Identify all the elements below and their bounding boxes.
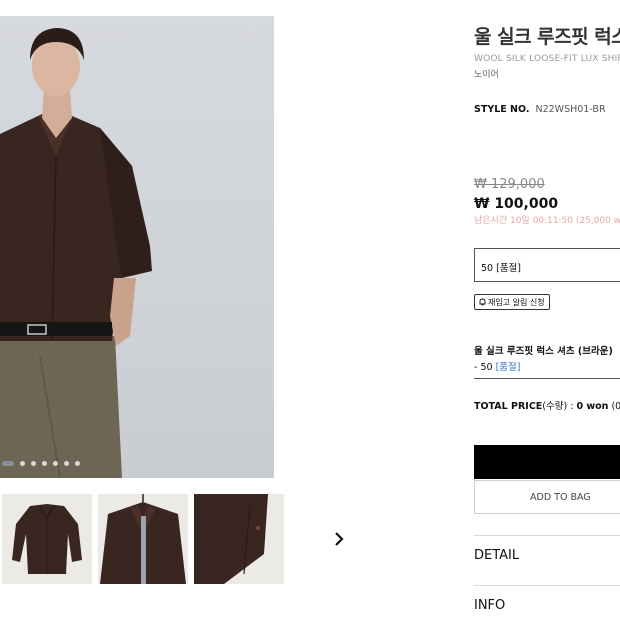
- brand-name: 노이어: [474, 70, 499, 80]
- slide-dot[interactable]: [20, 461, 25, 466]
- thumbnail-detail-shirt[interactable]: [194, 494, 284, 584]
- product-title: 울 실크 루즈핏 럭스: [474, 26, 620, 48]
- shirt-hanger-image: [100, 494, 186, 584]
- slide-dot[interactable]: [53, 461, 58, 466]
- slide-dot[interactable]: [2, 461, 14, 466]
- restock-alert-label: 재입고 알림 신청: [488, 297, 545, 307]
- detail-section-toggle[interactable]: DETAIL: [474, 548, 519, 563]
- total-price-label: TOTAL PRICE: [474, 401, 543, 412]
- add-to-bag-button[interactable]: ADD TO BAG: [474, 480, 620, 514]
- style-number-label: STYLE NO.: [474, 104, 530, 115]
- product-subtitle: WOOL SILK LOOSE-FIT LUX SHIR: [474, 54, 620, 64]
- thumbnail-next-button[interactable]: [330, 528, 348, 550]
- slide-indicator: [0, 461, 80, 466]
- slide-dot[interactable]: [42, 461, 47, 466]
- total-amount: 0 won: [576, 401, 609, 412]
- product-info-panel: 울 실크 루즈핏 럭스 WOOL SILK LOOSE-FIT LUX SHIR…: [474, 0, 620, 620]
- total-price: TOTAL PRICE(수량) : 0 won (0개): [474, 398, 620, 412]
- sale-countdown: 남은시간 10일 00:11:50 (25,000 won: [474, 216, 620, 226]
- model-photo: [0, 28, 152, 478]
- total-count: (0개): [611, 401, 620, 412]
- slide-dot[interactable]: [75, 461, 80, 466]
- shirt-detail-image: [194, 494, 268, 584]
- info-section-toggle[interactable]: INFO: [474, 598, 505, 613]
- total-qty-note: (수량) :: [542, 401, 577, 412]
- sale-price: ₩ 100,000: [474, 196, 559, 212]
- style-number: STYLE NO. N22WSH01-BR: [474, 104, 606, 115]
- selected-item-name: 울 실크 루즈핏 럭스 셔츠 (브라운): [474, 346, 613, 357]
- bell-icon: [479, 298, 486, 306]
- size-option-select[interactable]: 50 [품절]: [474, 248, 620, 282]
- chevron-right-icon: [335, 532, 344, 546]
- divider: [474, 378, 620, 379]
- divider: [474, 585, 620, 586]
- buy-now-button[interactable]: [474, 445, 620, 479]
- selected-option-size: - 50: [474, 362, 496, 373]
- restock-alert-button[interactable]: 재입고 알림 신청: [474, 294, 550, 310]
- divider: [474, 535, 620, 536]
- selected-option-status: [품절]: [495, 362, 521, 373]
- shirt-flat-image: [12, 504, 82, 574]
- main-product-image[interactable]: [0, 16, 274, 478]
- original-price: ₩ 129,000: [474, 177, 545, 192]
- selected-item-option: - 50 [품절]: [474, 359, 520, 373]
- style-number-value: N22WSH01-BR: [535, 104, 606, 115]
- thumbnail-flat-shirt[interactable]: [2, 494, 92, 584]
- slide-dot[interactable]: [64, 461, 69, 466]
- thumbnail-hanger-shirt[interactable]: [98, 494, 188, 584]
- slide-dot[interactable]: [31, 461, 36, 466]
- thumbnail-strip: [2, 494, 284, 584]
